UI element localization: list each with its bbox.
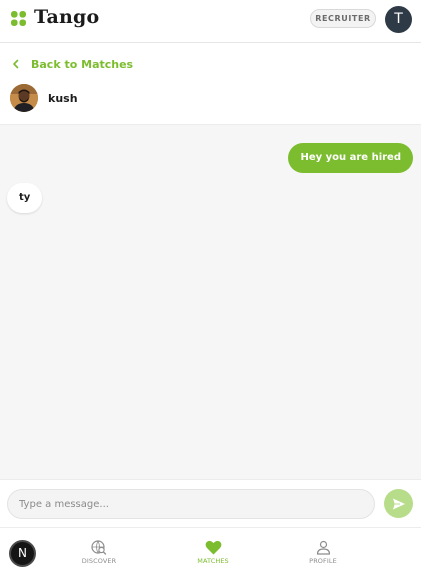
role-badge: RECRUITER	[310, 9, 376, 28]
contact-avatar[interactable]	[10, 84, 38, 112]
app-logo-text[interactable]: Tango	[34, 6, 99, 28]
send-button[interactable]	[384, 489, 413, 518]
back-to-matches-link[interactable]: Back to Matches	[11, 56, 133, 72]
chevron-left-icon	[13, 59, 19, 69]
person-icon	[316, 540, 330, 555]
outgoing-message: Hey you are hired	[288, 143, 413, 173]
contact-name: kush	[48, 91, 78, 105]
back-link-label: Back to Matches	[31, 57, 134, 71]
user-avatar[interactable]: T	[385, 6, 412, 33]
bottom-navigation: N DISCOVER MATCHES PROFILE	[0, 527, 421, 573]
paper-plane-icon	[392, 498, 405, 509]
nav-discover-label: DISCOVER	[81, 557, 117, 565]
chat-message-list[interactable]: Hey you are hired ty	[0, 124, 421, 479]
four-leaf-icon	[11, 11, 26, 26]
nav-profile[interactable]: PROFILE	[293, 540, 353, 565]
nav-discover[interactable]: DISCOVER	[69, 540, 129, 565]
app-header: Tango RECRUITER T	[0, 0, 421, 43]
heart-icon	[205, 540, 221, 555]
n-badge-button[interactable]: N	[9, 540, 36, 567]
nav-profile-label: PROFILE	[309, 557, 337, 565]
globe-search-icon	[91, 540, 107, 555]
incoming-message: ty	[7, 183, 43, 213]
nav-matches[interactable]: MATCHES	[183, 540, 243, 565]
message-input[interactable]	[7, 489, 375, 519]
chat-contact-header: kush	[10, 84, 78, 112]
contact-photo	[10, 84, 38, 112]
nav-matches-label: MATCHES	[197, 557, 229, 565]
message-composer	[0, 479, 421, 527]
